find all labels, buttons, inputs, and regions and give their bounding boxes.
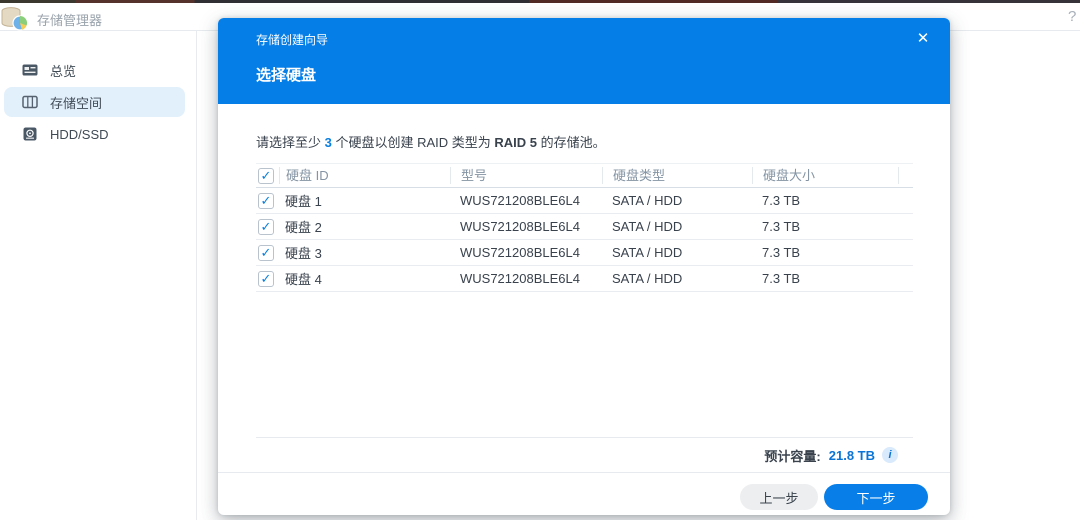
previous-step-button[interactable]: 上一步 bbox=[740, 484, 818, 510]
footer-divider bbox=[218, 472, 950, 473]
dialog-header: 存储创建向导 ✕ 选择硬盘 bbox=[218, 18, 950, 104]
sidebar-item-hdd-ssd[interactable]: HDD/SSD bbox=[4, 119, 185, 149]
cell-disk-id: 硬盘 1 bbox=[279, 191, 450, 210]
sidebar: 总览 存储空间 HDD/SSD bbox=[0, 31, 197, 520]
estimated-capacity: 预计容量: 21.8 TB i bbox=[764, 446, 898, 464]
select-all-checkbox[interactable]: ✓ bbox=[258, 168, 274, 184]
cell-model: WUS721208BLE6L4 bbox=[450, 193, 602, 208]
table-row[interactable]: ✓ 硬盘 1 WUS721208BLE6L4 SATA / HDD 7.3 TB bbox=[256, 188, 913, 214]
cell-disk-type: SATA / HDD bbox=[602, 219, 752, 234]
table-row[interactable]: ✓ 硬盘 2 WUS721208BLE6L4 SATA / HDD 7.3 TB bbox=[256, 214, 913, 240]
sidebar-item-label: 存储空间 bbox=[50, 93, 102, 112]
column-header-disk-type[interactable]: 硬盘类型 bbox=[602, 167, 752, 184]
table-row[interactable]: ✓ 硬盘 4 WUS721208BLE6L4 SATA / HDD 7.3 TB bbox=[256, 266, 913, 292]
cell-disk-size: 7.3 TB bbox=[752, 245, 898, 260]
column-header-spacer bbox=[898, 167, 913, 184]
row-checkbox[interactable]: ✓ bbox=[258, 245, 274, 261]
storage-pool-icon bbox=[22, 94, 38, 110]
sidebar-item-label: HDD/SSD bbox=[50, 127, 109, 142]
disk-table: ✓ 硬盘 ID 型号 硬盘类型 硬盘大小 ✓ 硬盘 1 WUS721208BLE… bbox=[256, 163, 913, 292]
table-footer-divider bbox=[256, 437, 913, 438]
row-checkbox[interactable]: ✓ bbox=[258, 219, 274, 235]
column-header-disk-id[interactable]: 硬盘 ID bbox=[279, 167, 450, 184]
raid-type: RAID 5 bbox=[494, 135, 537, 150]
row-checkbox[interactable]: ✓ bbox=[258, 193, 274, 209]
sidebar-item-label: 总览 bbox=[50, 61, 76, 80]
sidebar-item-overview[interactable]: 总览 bbox=[4, 55, 185, 85]
cell-model: WUS721208BLE6L4 bbox=[450, 271, 602, 286]
close-icon[interactable]: ✕ bbox=[912, 28, 934, 50]
capacity-label: 预计容量: bbox=[764, 446, 820, 465]
cell-disk-size: 7.3 TB bbox=[752, 271, 898, 286]
cell-disk-id: 硬盘 3 bbox=[279, 243, 450, 262]
instruction-text: 请选择至少 3 个硬盘以创建 RAID 类型为 RAID 5 的存储池。 bbox=[256, 132, 606, 151]
storage-creation-wizard-dialog: 存储创建向导 ✕ 选择硬盘 请选择至少 3 个硬盘以创建 RAID 类型为 RA… bbox=[218, 18, 950, 515]
info-icon[interactable]: i bbox=[882, 447, 898, 463]
cell-disk-size: 7.3 TB bbox=[752, 219, 898, 234]
cell-model: WUS721208BLE6L4 bbox=[450, 219, 602, 234]
step-title: 选择硬盘 bbox=[256, 64, 316, 85]
sidebar-item-storage-pool[interactable]: 存储空间 bbox=[4, 87, 185, 117]
cell-disk-id: 硬盘 2 bbox=[279, 217, 450, 236]
cell-disk-id: 硬盘 4 bbox=[279, 269, 450, 288]
cell-disk-type: SATA / HDD bbox=[602, 193, 752, 208]
column-header-model[interactable]: 型号 bbox=[450, 167, 602, 184]
table-header-row: ✓ 硬盘 ID 型号 硬盘类型 硬盘大小 bbox=[256, 163, 913, 188]
row-checkbox[interactable]: ✓ bbox=[258, 271, 274, 287]
cell-disk-type: SATA / HDD bbox=[602, 245, 752, 260]
cell-disk-type: SATA / HDD bbox=[602, 271, 752, 286]
cell-model: WUS721208BLE6L4 bbox=[450, 245, 602, 260]
column-header-disk-size[interactable]: 硬盘大小 bbox=[752, 167, 898, 184]
capacity-value: 21.8 TB bbox=[829, 448, 875, 463]
next-step-button[interactable]: 下一步 bbox=[824, 484, 928, 510]
cell-disk-size: 7.3 TB bbox=[752, 193, 898, 208]
disk-icon bbox=[22, 126, 38, 142]
table-row[interactable]: ✓ 硬盘 3 WUS721208BLE6L4 SATA / HDD 7.3 TB bbox=[256, 240, 913, 266]
overview-icon bbox=[22, 62, 38, 78]
min-disk-count: 3 bbox=[325, 135, 332, 150]
app-title: 存储管理器 bbox=[37, 10, 102, 29]
help-icon[interactable]: ? bbox=[1068, 8, 1080, 25]
wizard-title: 存储创建向导 bbox=[256, 31, 328, 48]
